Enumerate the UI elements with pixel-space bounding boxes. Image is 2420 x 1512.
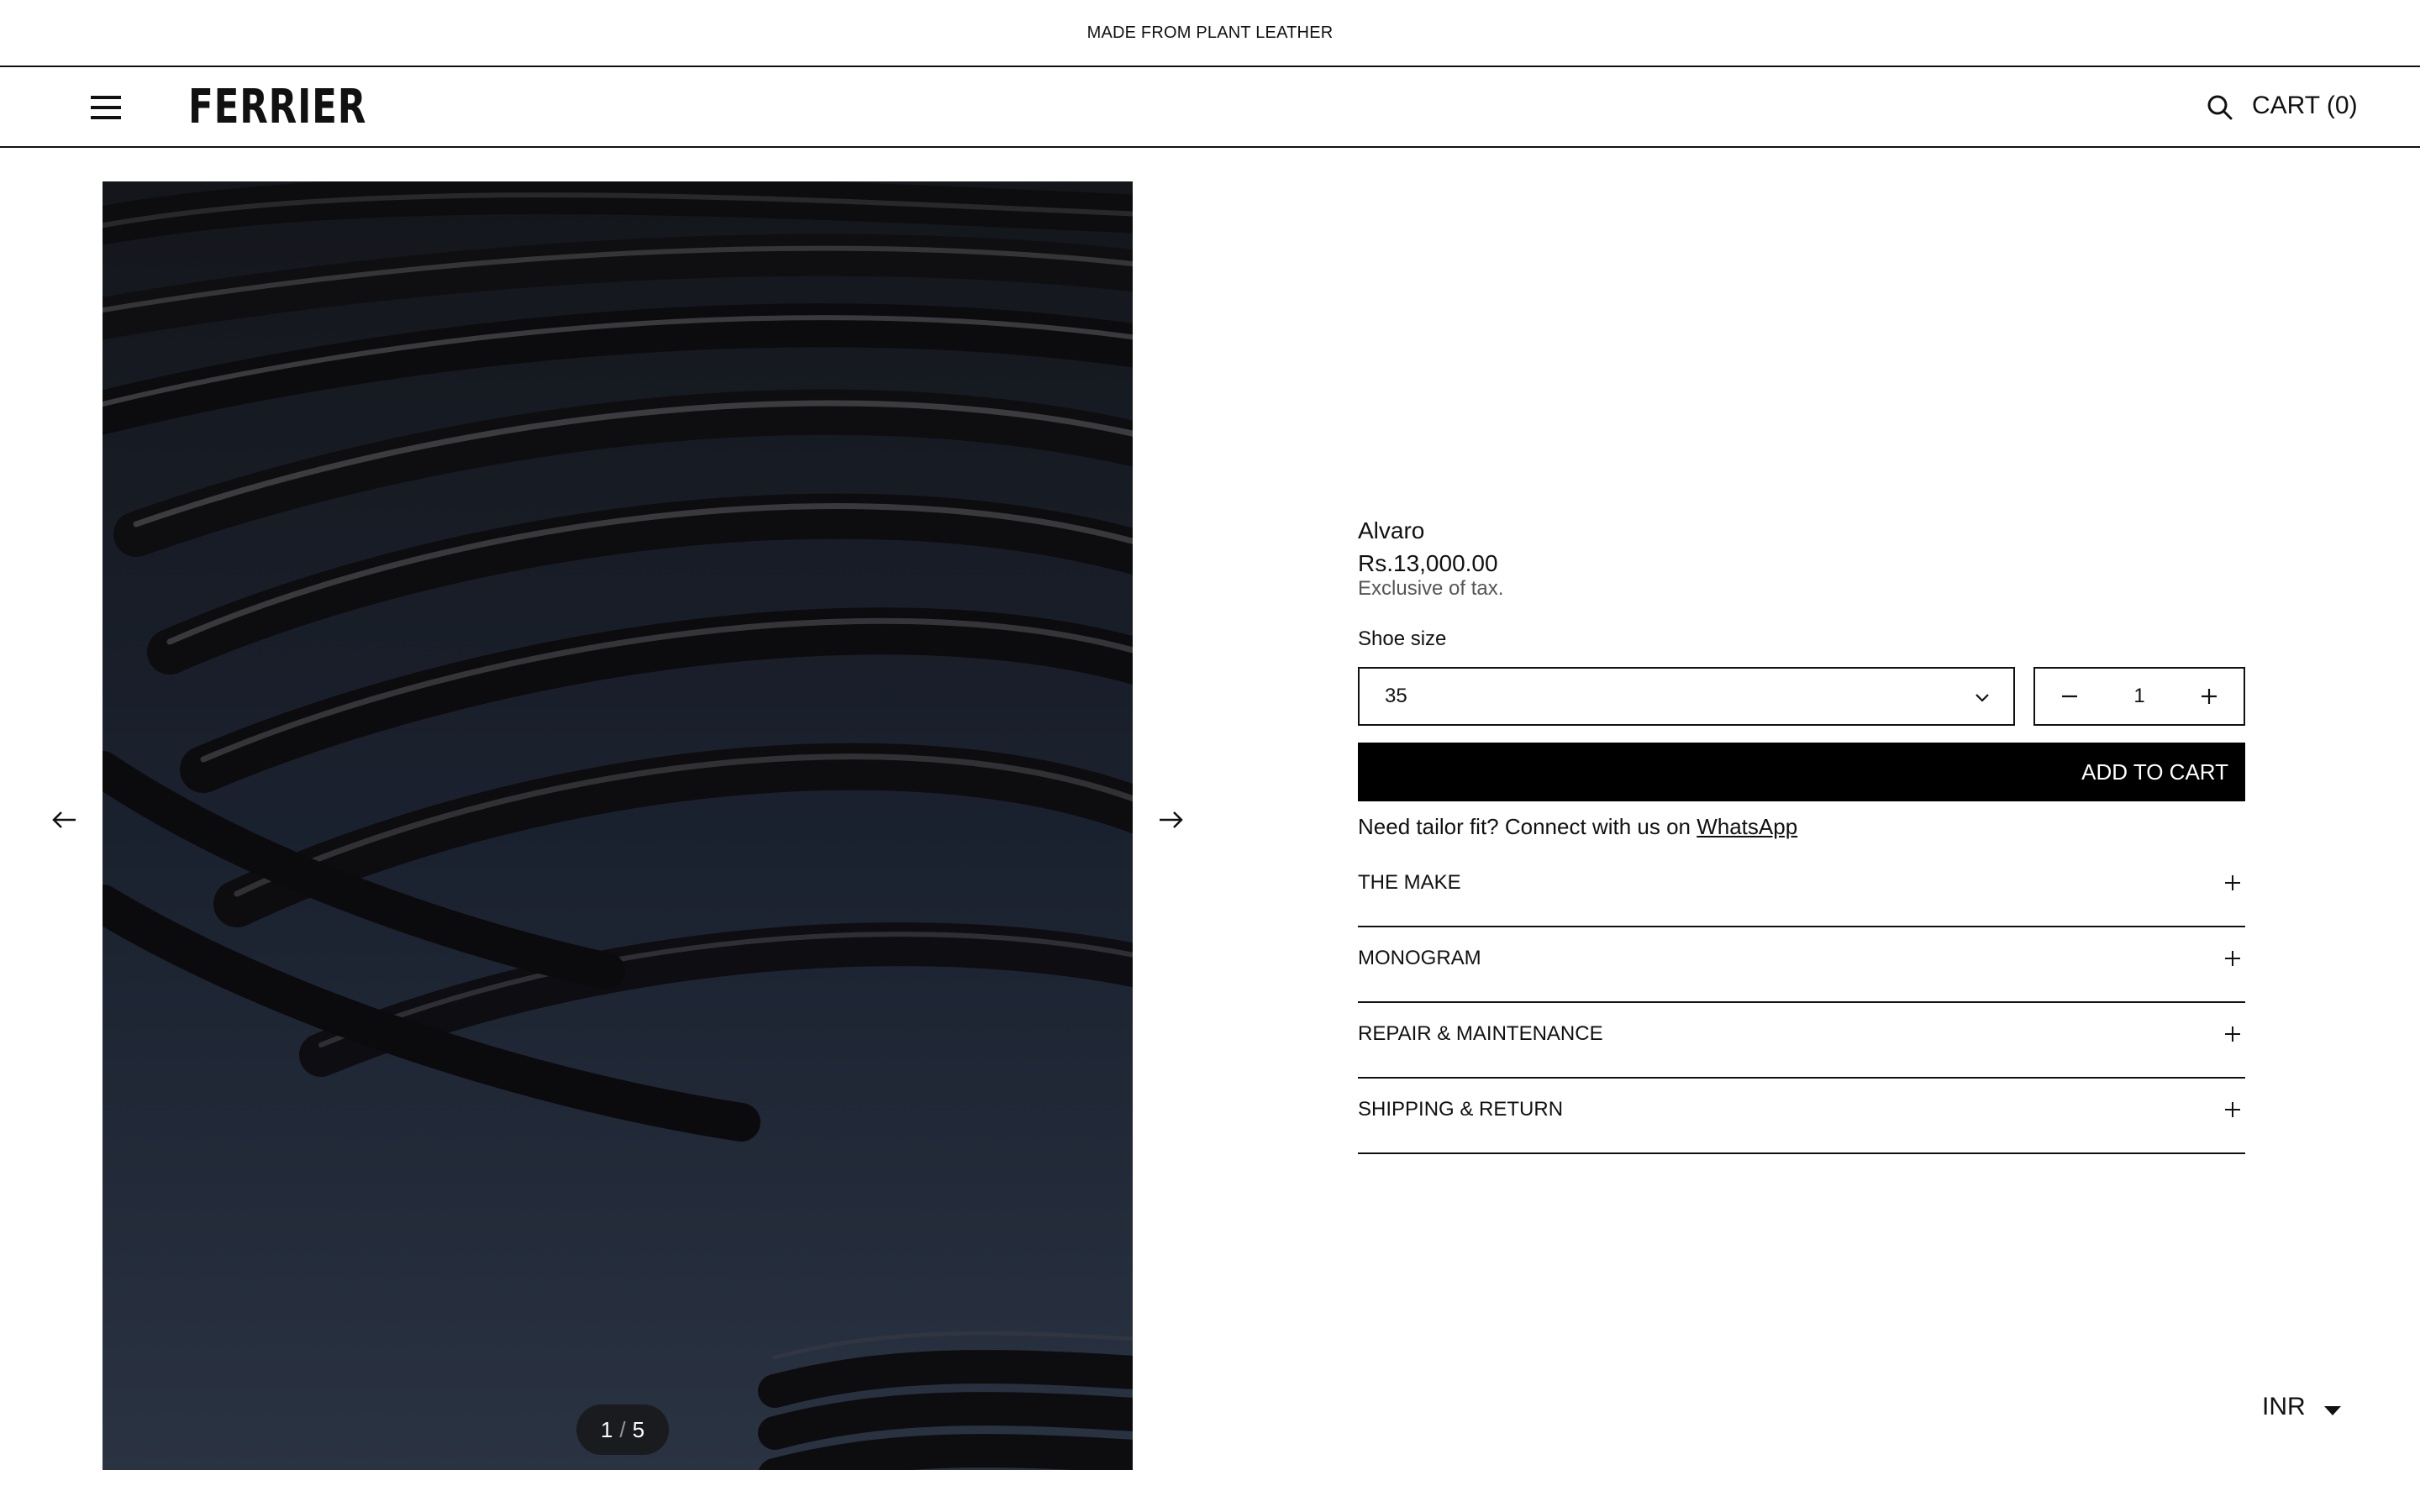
quantity-value[interactable]: 1	[2111, 669, 2168, 724]
tailor-fit-note: Need tailor fit? Connect with us on What…	[1358, 811, 1797, 842]
accordion-label: REPAIR & MAINTENANCE	[1358, 1022, 1603, 1045]
product-image[interactable]	[103, 181, 1133, 1470]
accordion-label: SHIPPING & RETURN	[1358, 1098, 1564, 1121]
counter-total: 5	[632, 1416, 645, 1442]
image-counter: 1 / 5	[576, 1404, 669, 1455]
accordion-monogram[interactable]: MONOGRAM	[1358, 927, 2245, 1003]
announcement-bar: MADE FROM PLANT LEATHER	[0, 0, 2420, 67]
plus-icon	[2223, 1025, 2242, 1043]
counter-current: 1	[600, 1416, 613, 1442]
plus-icon	[2223, 1100, 2242, 1119]
currency-selector[interactable]: INR	[2262, 1393, 2341, 1421]
caret-down-icon	[2323, 1405, 2341, 1415]
announcement-text: MADE FROM PLANT LEATHER	[1086, 23, 1334, 42]
accordion-shipping-return[interactable]: SHIPPING & RETURN	[1358, 1079, 2245, 1154]
add-to-cart-button[interactable]: ADD TO CART	[1358, 743, 2245, 801]
size-label: Shoe size	[1358, 627, 1447, 650]
accordion-the-make[interactable]: THE MAKE	[1358, 852, 2245, 927]
menu-icon[interactable]	[91, 96, 121, 119]
plus-icon[interactable]	[2180, 669, 2238, 724]
product-info: Alvaro Rs.13,000.00 Exclusive of tax. Sh…	[1358, 516, 2245, 1154]
product-title: Alvaro	[1358, 517, 1425, 543]
accordion-label: MONOGRAM	[1358, 947, 1481, 969]
tax-note: Exclusive of tax.	[1358, 577, 1504, 600]
accordion-repair-maintenance[interactable]: REPAIR & MAINTENANCE	[1358, 1003, 2245, 1079]
whatsapp-link[interactable]: WhatsApp	[1697, 814, 1797, 839]
quantity-stepper: 1	[2033, 667, 2245, 726]
product-price: Rs.13,000.00	[1358, 550, 1498, 576]
size-selected-value: 35	[1385, 685, 1407, 707]
accordion-label: THE MAKE	[1358, 871, 1461, 894]
currency-value: INR	[2262, 1393, 2306, 1420]
counter-separator: /	[619, 1416, 626, 1442]
size-select[interactable]: 35	[1358, 667, 2015, 726]
brand-logo[interactable]: FERRIER	[188, 82, 366, 133]
minus-icon[interactable]	[2040, 669, 2099, 724]
plus-icon	[2223, 874, 2242, 892]
tailor-fit-text: Need tailor fit? Connect with us on	[1358, 814, 1697, 839]
product-accordion: THE MAKE MONOGRAM REPAIR & MAINTENANCE S…	[1358, 852, 2245, 1154]
search-icon[interactable]	[2205, 92, 2235, 123]
site-header: FERRIER CART (0)	[0, 67, 2420, 148]
cart-link[interactable]: CART (0)	[2252, 89, 2358, 123]
chevron-down-icon	[1973, 689, 1991, 707]
plus-icon	[2223, 949, 2242, 968]
previous-image-arrow-icon[interactable]	[47, 803, 81, 837]
next-image-arrow-icon[interactable]	[1155, 803, 1188, 837]
